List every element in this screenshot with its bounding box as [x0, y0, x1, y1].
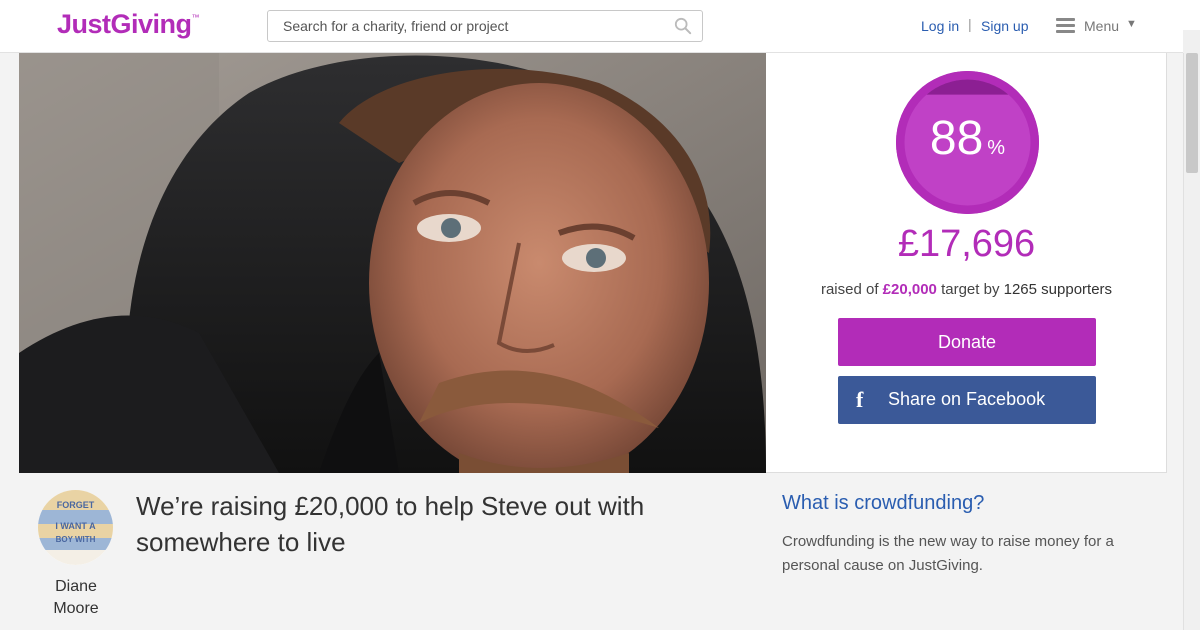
header-separator: |: [968, 16, 972, 32]
avatar-text-3: BOY WITH: [56, 535, 96, 544]
target-summary: raised of £20,000 target by 1265 support…: [820, 281, 1113, 298]
target-amount: £20,000: [882, 281, 937, 298]
site-header: JustGiving™ Log in | Sign up Menu ▼: [0, 0, 1200, 53]
search-icon[interactable]: [674, 17, 692, 35]
search-input[interactable]: [268, 11, 673, 41]
owner-name[interactable]: Diane Moore: [30, 576, 122, 620]
progress-percentage: 88%: [929, 112, 1006, 165]
avatar-text-2: I WANT A: [55, 521, 96, 531]
avatar-image: FORGET I WANT A BOY WITH: [38, 490, 113, 565]
page-title: We’re raising £20,000 to help Steve out …: [136, 491, 645, 557]
amount-raised: £17,696: [897, 223, 1036, 265]
crowdfunding-info-text: Crowdfunding is the new way to raise mon…: [782, 533, 1114, 574]
hamburger-icon: [1056, 18, 1075, 33]
donate-button[interactable]: Donate: [838, 318, 1096, 366]
hero-image: [19, 53, 766, 473]
donation-panel: 88% £17,696 raised of £20,000 target by …: [766, 53, 1167, 473]
search-box: [267, 10, 703, 42]
scrollbar-thumb[interactable]: [1186, 53, 1198, 173]
signup-link[interactable]: Sign up: [981, 18, 1028, 34]
supporter-count: 1265 supporters: [1003, 281, 1113, 298]
justgiving-logo[interactable]: JustGiving™: [57, 9, 200, 40]
share-facebook-button[interactable]: f Share on Facebook: [838, 376, 1096, 424]
progress-ring: 88%: [896, 71, 1039, 214]
caret-down-icon: ▼: [1126, 18, 1137, 30]
share-facebook-label: Share on Facebook: [888, 389, 1046, 409]
scrollbar-top: [1183, 30, 1200, 53]
login-link[interactable]: Log in: [921, 18, 959, 34]
menu-label: Menu: [1084, 18, 1120, 34]
owner-avatar[interactable]: FORGET I WANT A BOY WITH: [38, 490, 113, 565]
crowdfunding-info-title[interactable]: What is crowdfunding?: [782, 492, 984, 515]
scrollbar[interactable]: [1183, 53, 1200, 630]
avatar-text-1: FORGET: [57, 500, 95, 510]
portrait-photo: [19, 53, 766, 473]
facebook-icon: f: [856, 387, 864, 412]
